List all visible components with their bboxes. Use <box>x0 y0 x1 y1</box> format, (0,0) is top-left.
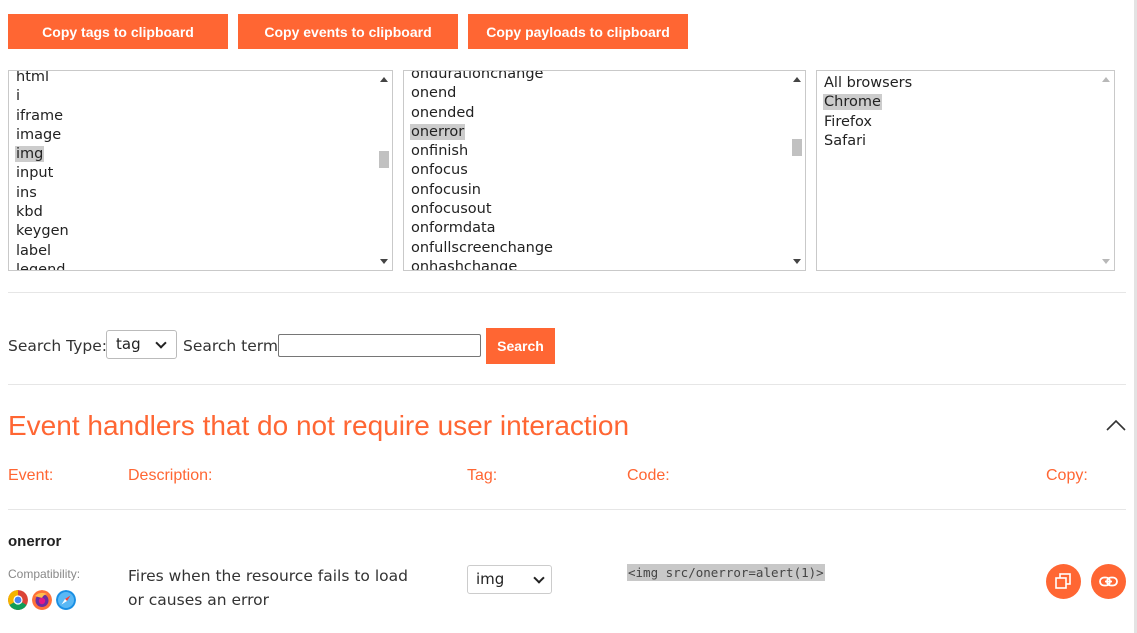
scroll-up-icon <box>1102 77 1110 82</box>
tag-option[interactable]: ins <box>9 184 392 203</box>
browser-option[interactable]: Firefox <box>817 113 1114 132</box>
search-type-select[interactable]: tag <box>106 330 177 359</box>
header-description: Description: <box>128 467 213 484</box>
search-button[interactable]: Search <box>486 328 555 364</box>
search-type-value: tag <box>116 335 141 353</box>
search-type-label: Search Type: <box>8 337 108 355</box>
tag-select[interactable]: img <box>467 565 552 594</box>
divider <box>8 384 1126 385</box>
link-icon <box>1099 576 1118 587</box>
scroll-down-icon[interactable] <box>793 259 801 264</box>
tag-option[interactable]: kbd <box>9 203 392 222</box>
scroll-down-icon[interactable] <box>380 259 388 264</box>
section-title: Event handlers that do not require user … <box>8 410 630 441</box>
event-option[interactable]: onend <box>404 84 805 103</box>
copy-icon <box>1055 573 1071 589</box>
browsers-list-items: All browsers Chrome Firefox Safari <box>817 74 1114 151</box>
scroll-thumb[interactable] <box>379 151 389 168</box>
chevron-up-icon[interactable] <box>1105 418 1127 432</box>
safari-icon <box>56 590 76 610</box>
tags-scrollbar[interactable] <box>375 71 392 270</box>
chrome-icon <box>8 590 28 610</box>
copy-events-button[interactable]: Copy events to clipboard <box>238 14 458 49</box>
tag-select-value: img <box>476 570 505 588</box>
tag-option[interactable]: input <box>9 164 392 183</box>
event-option[interactable]: onfullscreenchange <box>404 239 805 258</box>
search-input[interactable] <box>278 334 481 357</box>
tag-option[interactable]: image <box>9 126 392 145</box>
header-copy: Copy: <box>1046 467 1088 484</box>
event-option-selected[interactable]: onerror <box>404 123 805 142</box>
browser-option[interactable]: Safari <box>817 132 1114 151</box>
event-option[interactable]: ondurationchange <box>404 71 805 84</box>
event-description: Fires when the resource fails to load or… <box>128 567 408 609</box>
header-tag: Tag: <box>467 467 498 484</box>
divider <box>8 509 1126 510</box>
tag-option[interactable]: label <box>9 242 392 261</box>
event-option[interactable]: onended <box>404 104 805 123</box>
event-option[interactable]: onfocusout <box>404 200 805 219</box>
payload-code: <img src/onerror=alert(1)> <box>627 564 825 581</box>
event-option[interactable]: onhashchange <box>404 258 805 270</box>
tag-option-selected[interactable]: img <box>9 145 392 164</box>
tag-option[interactable]: html <box>9 71 392 87</box>
events-listbox[interactable]: ondurationchange onend onended onerror o… <box>403 70 806 271</box>
browser-option-selected[interactable]: Chrome <box>817 93 1114 112</box>
scroll-up-icon[interactable] <box>793 77 801 82</box>
event-name: onerror <box>8 533 62 550</box>
tag-option[interactable]: legend <box>9 261 392 270</box>
chevron-down-icon <box>155 337 167 349</box>
browsers-listbox[interactable]: All browsers Chrome Firefox Safari <box>816 70 1115 271</box>
copy-link-button[interactable] <box>1091 564 1126 599</box>
chevron-down-icon <box>533 572 545 584</box>
tag-option[interactable]: keygen <box>9 222 392 241</box>
header-event: Event: <box>8 467 54 484</box>
tag-option[interactable]: iframe <box>9 107 392 126</box>
events-scrollbar[interactable] <box>788 71 805 270</box>
divider <box>8 292 1126 293</box>
browsers-scrollbar <box>1097 71 1114 270</box>
tag-option[interactable]: i <box>9 87 392 106</box>
copy-payload-button[interactable] <box>1046 564 1081 599</box>
search-term-label: Search term: <box>183 337 284 355</box>
copy-tags-button[interactable]: Copy tags to clipboard <box>8 14 228 49</box>
event-option[interactable]: onfocusin <box>404 181 805 200</box>
tags-listbox[interactable]: html i iframe image img input ins kbd ke… <box>8 70 393 271</box>
tags-list-items: html i iframe image img input ins kbd ke… <box>9 71 392 270</box>
scroll-down-icon <box>1102 259 1110 264</box>
event-option[interactable]: onformdata <box>404 219 805 238</box>
firefox-icon <box>32 590 52 610</box>
event-option[interactable]: onfinish <box>404 142 805 161</box>
events-list-items: ondurationchange onend onended onerror o… <box>404 71 805 270</box>
browser-option[interactable]: All browsers <box>817 74 1114 93</box>
event-option[interactable]: onfocus <box>404 161 805 180</box>
compatibility-label: Compatibility: <box>8 567 81 581</box>
scroll-up-icon[interactable] <box>380 77 388 82</box>
header-code: Code: <box>627 467 670 484</box>
scroll-thumb[interactable] <box>792 139 802 156</box>
copy-payloads-button[interactable]: Copy payloads to clipboard <box>468 14 688 49</box>
